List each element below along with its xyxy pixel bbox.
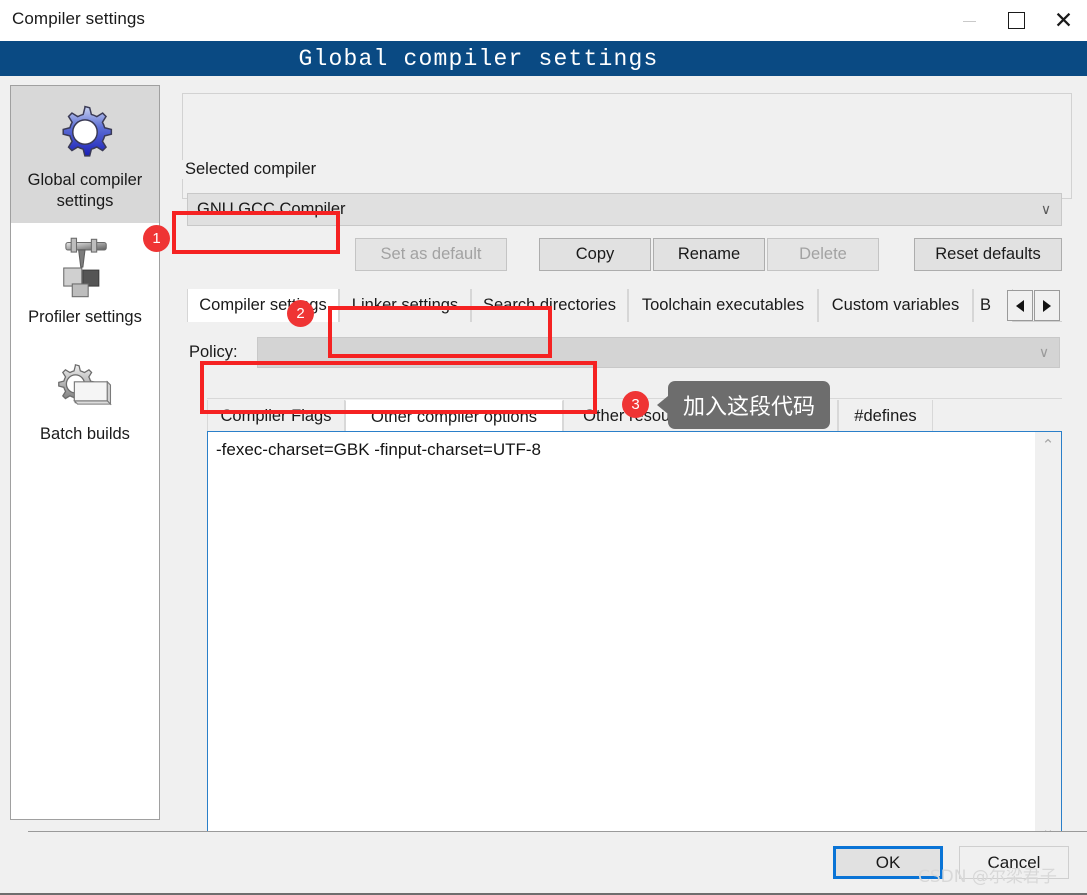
selected-compiler-groupbox	[182, 93, 1072, 199]
annotation-badge-3: 3	[622, 391, 649, 418]
vertical-scrollbar[interactable]: ⌃ ⌄	[1035, 432, 1061, 842]
window-title: Compiler settings	[12, 9, 146, 28]
subtab-compiler-flags[interactable]: Compiler Flags	[207, 400, 345, 433]
main-tabstrip: Compiler settings Linker settings Search…	[187, 289, 1062, 322]
tab-compiler-settings[interactable]: Compiler settings	[187, 289, 339, 322]
compiler-select-value: GNU GCC Compiler	[197, 200, 346, 218]
compiler-actions: Set as default Copy Rename Delete Reset …	[187, 238, 1062, 271]
maximize-icon[interactable]	[993, 0, 1040, 41]
delete-button[interactable]: Delete	[767, 238, 879, 271]
chevron-down-icon: ∨	[1038, 344, 1050, 361]
tab-custom-variables[interactable]: Custom variables	[818, 289, 973, 322]
tab-scroll-left-button[interactable]	[1007, 290, 1033, 321]
triangle-right-icon	[1043, 299, 1051, 312]
selected-compiler-label: Selected compiler	[180, 160, 323, 179]
tab-toolchain-executables[interactable]: Toolchain executables	[628, 289, 818, 322]
close-icon[interactable]: ✕	[1040, 0, 1087, 41]
dialog-body: Global compiler settings Profiler settin…	[0, 76, 1087, 869]
sidebar-item-profiler-settings[interactable]: Profiler settings	[11, 223, 159, 340]
annotation-badge-1: 1	[143, 225, 170, 252]
compiler-select[interactable]: GNU GCC Compiler ∨	[187, 193, 1062, 226]
sidebar: Global compiler settings Profiler settin…	[10, 85, 160, 820]
minimize-icon[interactable]	[946, 0, 993, 41]
annotation-tooltip-3: 加入这段代码	[656, 381, 831, 429]
sidebar-item-batch-builds[interactable]: Batch builds	[11, 340, 159, 457]
set-as-default-button[interactable]: Set as default	[355, 238, 507, 271]
title-bar: Compiler settings ✕	[0, 0, 1087, 41]
sidebar-item-label: Profiler settings	[28, 308, 142, 327]
chevron-up-icon[interactable]: ⌃	[1035, 432, 1061, 458]
rename-button[interactable]: Rename	[653, 238, 765, 271]
compiler-settings-dialog: Compiler settings ✕ Global compiler sett…	[0, 0, 1087, 895]
watermark: CSDN @尔梁君子	[918, 867, 1057, 887]
tab-search-directories[interactable]: Search directories	[471, 289, 628, 322]
copy-button[interactable]: Copy	[539, 238, 651, 271]
tab-linker-settings[interactable]: Linker settings	[339, 289, 471, 322]
tab-scroll-right-button[interactable]	[1034, 290, 1060, 321]
banner-title: Global compiler settings	[298, 46, 659, 72]
annotation-badge-2: 2	[287, 300, 314, 327]
policy-label: Policy:	[189, 343, 238, 361]
subtab-other-compiler-options[interactable]: Other compiler options	[345, 400, 563, 433]
blue-gear-icon	[15, 96, 155, 166]
gear-pages-icon	[15, 350, 155, 420]
triangle-left-icon	[1016, 299, 1024, 312]
other-compiler-options-textarea[interactable]: -fexec-charset=GBK -finput-charset=UTF-8…	[207, 431, 1062, 869]
banner: Global compiler settings	[0, 41, 1087, 76]
window-controls: ✕	[946, 0, 1087, 41]
reset-defaults-button[interactable]: Reset defaults	[914, 238, 1062, 271]
policy-select[interactable]: ∨	[257, 337, 1060, 368]
caliper-blocks-icon	[15, 233, 155, 303]
other-compiler-options-value: -fexec-charset=GBK -finput-charset=UTF-8	[216, 440, 542, 459]
sidebar-item-global-compiler-settings[interactable]: Global compiler settings	[11, 86, 159, 224]
subtab-defines[interactable]: #defines	[838, 400, 933, 433]
sidebar-item-label: Batch builds	[40, 424, 130, 443]
sidebar-item-label: Global compiler settings	[27, 171, 143, 210]
chevron-down-icon: ∨	[1040, 201, 1052, 218]
